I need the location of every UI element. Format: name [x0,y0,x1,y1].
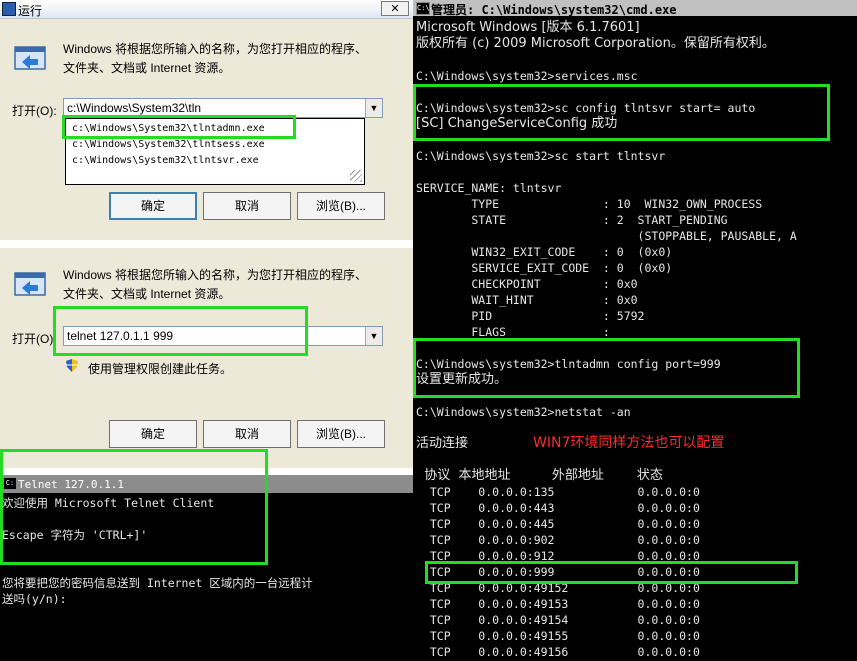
console-line: TCP 0.0.0.0:49154 0.0.0.0:0 [416,613,700,627]
console-line: STATE : 2 START_PENDING [416,213,728,227]
autocomplete-item[interactable]: c:\Windows\System32\tlntsvr.exe [72,155,259,166]
admin-note: 使用管理权限创建此任务。 [88,362,233,376]
browse-button[interactable]: 浏览(B)... [297,192,385,220]
open-label: 打开(O): [12,332,57,346]
autocomplete-item[interactable]: c:\Windows\System32\tlntsess.exe [72,139,265,150]
browse-button[interactable]: 浏览(B)... [297,420,385,448]
telnet-line: 您将要把您的密码信息送到 Internet 区域内的一台远程计 [2,576,313,590]
console-line: TCP 0.0.0.0:135 0.0.0.0:0 [416,485,700,499]
close-button[interactable]: ✕ [381,1,409,16]
resize-grip-icon[interactable] [350,170,362,182]
console-line: Microsoft Windows [版本 6.1.7601] [416,20,640,35]
highlight-box [0,449,268,565]
console-line: TCP 0.0.0.0:902 0.0.0.0:0 [416,533,700,547]
run-description: Windows 将根据您所输入的名称，为您打开相应的程序、 文件夹、文档或 In… [63,42,368,75]
console-line: TYPE : 10 WIN32_OWN_PROCESS [416,197,763,211]
console-line: TCP 0.0.0.0:49155 0.0.0.0:0 [416,629,700,643]
console-line: (STOPPABLE, PAUSABLE, A [416,229,797,243]
highlight-box [425,561,798,584]
run-app-icon [2,2,16,16]
console-line: CHECKPOINT : 0x0 [416,277,638,291]
console-line: TCP 0.0.0.0:445 0.0.0.0:0 [416,517,700,531]
highlight-box [413,338,800,398]
run-dialog-2: Windows 将根据您所输入的名称，为您打开相应的程序、 文件夹、文档或 In… [0,248,413,468]
run-command-value: c:\Windows\System32\tln [67,101,202,115]
console-line: C:\Windows\system32>netstat -an [416,405,631,419]
run-icon [14,272,46,296]
ok-button[interactable]: 确定 [109,192,197,220]
console-line: SERVICE_NAME: tlntsvr [416,181,562,195]
console-line: 协议 本地地址 外部地址 状态 [416,468,663,483]
console-line: TCP 0.0.0.0:49153 0.0.0.0:0 [416,597,700,611]
console-line: TCP 0.0.0.0:49156 0.0.0.0:0 [416,645,700,659]
run-dialog-titlebar[interactable]: 运行 ✕ [0,0,413,19]
console-line: WIN32_EXIT_CODE : 0 (0x0) [416,245,673,259]
run-dialog-title: 运行 [18,4,43,18]
highlight-box [62,115,296,139]
console-line: PID : 5792 [416,309,645,323]
telnet-line: 送吗(y/n): [2,592,67,606]
cmd-titlebar[interactable]: C:\ 管理员: C:\Windows\system32\cmd.exe [413,0,857,17]
dropdown-arrow-icon[interactable]: ▼ [365,99,382,117]
cancel-button[interactable]: 取消 [203,192,291,220]
open-label: 打开(O): [12,104,57,118]
cancel-button[interactable]: 取消 [203,420,291,448]
console-line: 版权所有 (c) 2009 Microsoft Corporation。保留所有… [416,36,775,51]
uac-shield-icon [66,359,78,372]
console-line: C:\Windows\system32>services.msc [416,69,638,83]
ok-button[interactable]: 确定 [109,420,197,448]
divider [0,240,413,248]
run-icon [14,46,46,70]
dropdown-arrow-icon[interactable]: ▼ [365,327,382,345]
annotation-text: WIN7环境同样方法也可以配置 [533,435,725,451]
run-description: Windows 将根据您所输入的名称，为您打开相应的程序、 文件夹、文档或 In… [63,268,368,301]
highlight-box [53,306,308,356]
console-line: TCP 0.0.0.0:443 0.0.0.0:0 [416,501,700,515]
console-icon: C:\ [416,2,430,15]
console-line: WAIT_HINT : 0x0 [416,293,638,307]
console-line: 活动连接 [416,436,469,451]
highlight-box [413,84,830,141]
console-line: SERVICE_EXIT_CODE : 0 (0x0) [416,261,673,275]
console-line: C:\Windows\system32>sc start tlntsvr [416,149,666,163]
